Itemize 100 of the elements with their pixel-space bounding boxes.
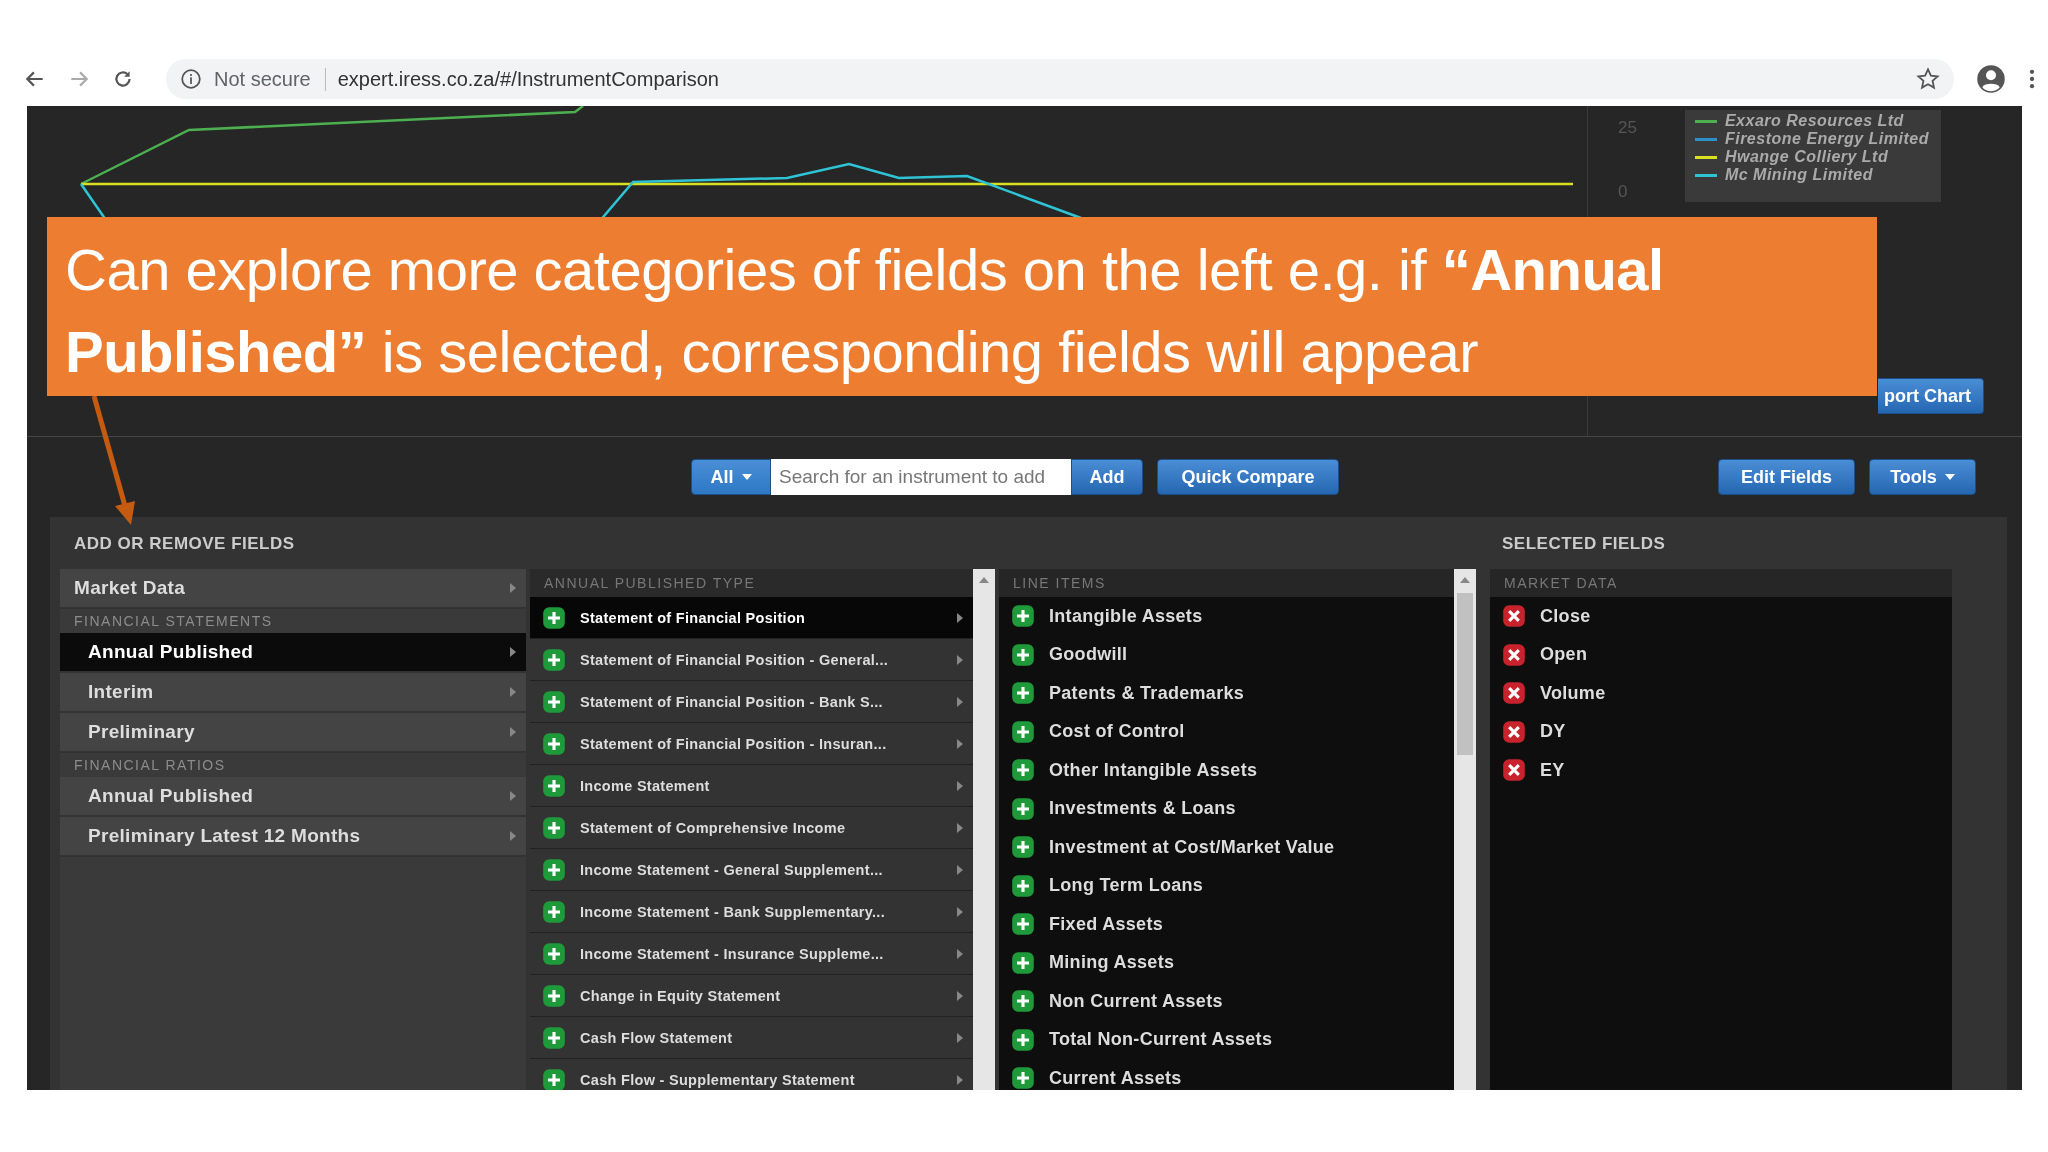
field-label: Total Non-Current Assets [1049, 1029, 1273, 1051]
remove-icon[interactable] [1502, 642, 1526, 667]
field-label: Fixed Assets [1049, 913, 1163, 935]
add-button[interactable]: Add [1071, 459, 1143, 495]
type-label: Income Statement [580, 777, 711, 794]
chevron-icon [957, 1032, 963, 1043]
add-icon[interactable] [1011, 796, 1035, 821]
type-label: Statement of Financial Position - General... [580, 651, 890, 668]
add-icon[interactable] [542, 899, 566, 924]
caret-icon [1944, 474, 1955, 480]
add-icon[interactable] [542, 857, 566, 882]
type-item[interactable]: Statement of Comprehensive Income [530, 807, 973, 849]
field-label: Long Term Loans [1049, 875, 1204, 897]
add-icon[interactable] [542, 1067, 566, 1090]
remove-icon[interactable] [1502, 604, 1526, 629]
add-icon[interactable] [1011, 642, 1035, 667]
type-label: Change in Equity Statement [580, 987, 782, 1004]
category-label: Interim [88, 681, 154, 703]
add-icon[interactable] [542, 689, 566, 714]
field-label: Other Intangible Assets [1049, 759, 1258, 781]
add-icon[interactable] [542, 983, 566, 1008]
scrollbar[interactable] [1454, 569, 1476, 1090]
field-label: Open [1540, 644, 1588, 666]
type-item[interactable]: Statement of Financial Position [530, 597, 973, 639]
remove-icon[interactable] [1502, 681, 1526, 706]
type-item[interactable]: Cash Flow - Supplementary Statement [530, 1059, 973, 1090]
add-icon[interactable] [1011, 1066, 1035, 1090]
add-icon[interactable] [1011, 719, 1035, 744]
type-item[interactable]: Cash Flow Statement [530, 1017, 973, 1059]
search-field[interactable]: Search for an instrument to add [771, 459, 1071, 495]
chevron-icon [957, 990, 963, 1001]
chevron-icon [510, 647, 516, 657]
add-icon[interactable] [542, 815, 566, 840]
address-bar[interactable]: Not secure expert.iress.co.za/#/InstrumentComparison [166, 59, 1954, 99]
add-icon[interactable] [1011, 873, 1035, 898]
add-icon[interactable] [1011, 604, 1035, 629]
field-label: Investment at Cost/Market Value [1049, 836, 1335, 858]
field-label: Current Assets [1049, 1067, 1182, 1089]
type-item[interactable]: Income Statement - Bank Supplementary... [530, 891, 973, 933]
add-icon[interactable] [1011, 681, 1035, 706]
category-label: Preliminary Latest 12 Months [88, 825, 361, 847]
add-icon[interactable] [1011, 912, 1035, 937]
reload-icon[interactable] [112, 68, 134, 90]
category-item[interactable]: Preliminary Latest 12 Months [60, 817, 526, 857]
chevron-icon [957, 612, 963, 623]
remove-icon[interactable] [1502, 719, 1526, 744]
type-label: Income Statement - Bank Supplementary... [580, 903, 887, 920]
edit-fields-button[interactable]: Edit Fields [1718, 459, 1855, 495]
chevron-icon [957, 738, 963, 749]
type-item[interactable]: Income Statement [530, 765, 973, 807]
url-text: expert.iress.co.za/#/InstrumentComparison [337, 67, 720, 91]
type-item[interactable]: Change in Equity Statement [530, 975, 973, 1017]
add-icon[interactable] [1011, 758, 1035, 783]
add-icon[interactable] [1011, 1027, 1035, 1052]
category-label: Annual Published [88, 785, 254, 807]
category-item[interactable]: Annual Published [60, 633, 526, 673]
add-icon[interactable] [542, 605, 566, 630]
type-item[interactable]: Statement of Financial Position - General... [530, 639, 973, 681]
type-item[interactable]: Statement of Financial Position - Bank S... [530, 681, 973, 723]
legend-label: Exxaro Resources Ltd [1724, 112, 1904, 130]
filter-dropdown[interactable]: All [691, 459, 771, 495]
chevron-icon [510, 687, 516, 697]
security-label: Not secure [214, 67, 326, 91]
legend-label: Firestone Energy Limited [1724, 130, 1929, 148]
menu-icon[interactable] [2028, 67, 2036, 91]
category-item[interactable]: Preliminary [60, 713, 526, 753]
type-label: Statement of Financial Position [580, 609, 807, 626]
field-label: Non Current Assets [1049, 990, 1223, 1012]
type-item[interactable]: Income Statement - General Supplement... [530, 849, 973, 891]
type-item[interactable]: Statement of Financial Position - Insuran... [530, 723, 973, 765]
field-label: Intangible Assets [1049, 605, 1203, 627]
add-icon[interactable] [1011, 989, 1035, 1014]
add-icon[interactable] [542, 731, 566, 756]
bookmark-star-icon[interactable] [1916, 67, 1940, 91]
account-icon[interactable] [1976, 64, 2006, 94]
category-label: Preliminary [88, 721, 195, 743]
chevron-icon [510, 791, 516, 801]
category-item[interactable]: Annual Published [60, 777, 526, 817]
section-title: ADD OR REMOVE FIELDS [73, 533, 295, 554]
category-item[interactable]: Interim [60, 673, 526, 713]
add-icon[interactable] [542, 647, 566, 672]
add-icon[interactable] [542, 941, 566, 966]
group-header: FINANCIAL RATIOS [73, 756, 227, 775]
scrollbar[interactable] [973, 569, 995, 1090]
category-label: Market Data [74, 577, 185, 599]
legend-label: Mc Mining Limited [1724, 166, 1873, 184]
chevron-icon [957, 948, 963, 959]
tools-dropdown[interactable]: Tools [1869, 459, 1976, 495]
type-item[interactable]: Income Statement - Insurance Suppleme... [530, 933, 973, 975]
caret-icon [741, 474, 752, 480]
quick-compare-button[interactable]: Quick Compare [1157, 459, 1339, 495]
chevron-icon [510, 583, 516, 593]
add-icon[interactable] [1011, 835, 1035, 860]
add-icon[interactable] [542, 773, 566, 798]
remove-icon[interactable] [1502, 758, 1526, 783]
add-icon[interactable] [1011, 950, 1035, 975]
add-icon[interactable] [542, 1025, 566, 1050]
category-item[interactable]: Market Data [60, 569, 526, 609]
export-chart-button[interactable]: port Chart [1878, 378, 1984, 414]
type-label: Income Statement - General Supplement... [580, 861, 884, 878]
